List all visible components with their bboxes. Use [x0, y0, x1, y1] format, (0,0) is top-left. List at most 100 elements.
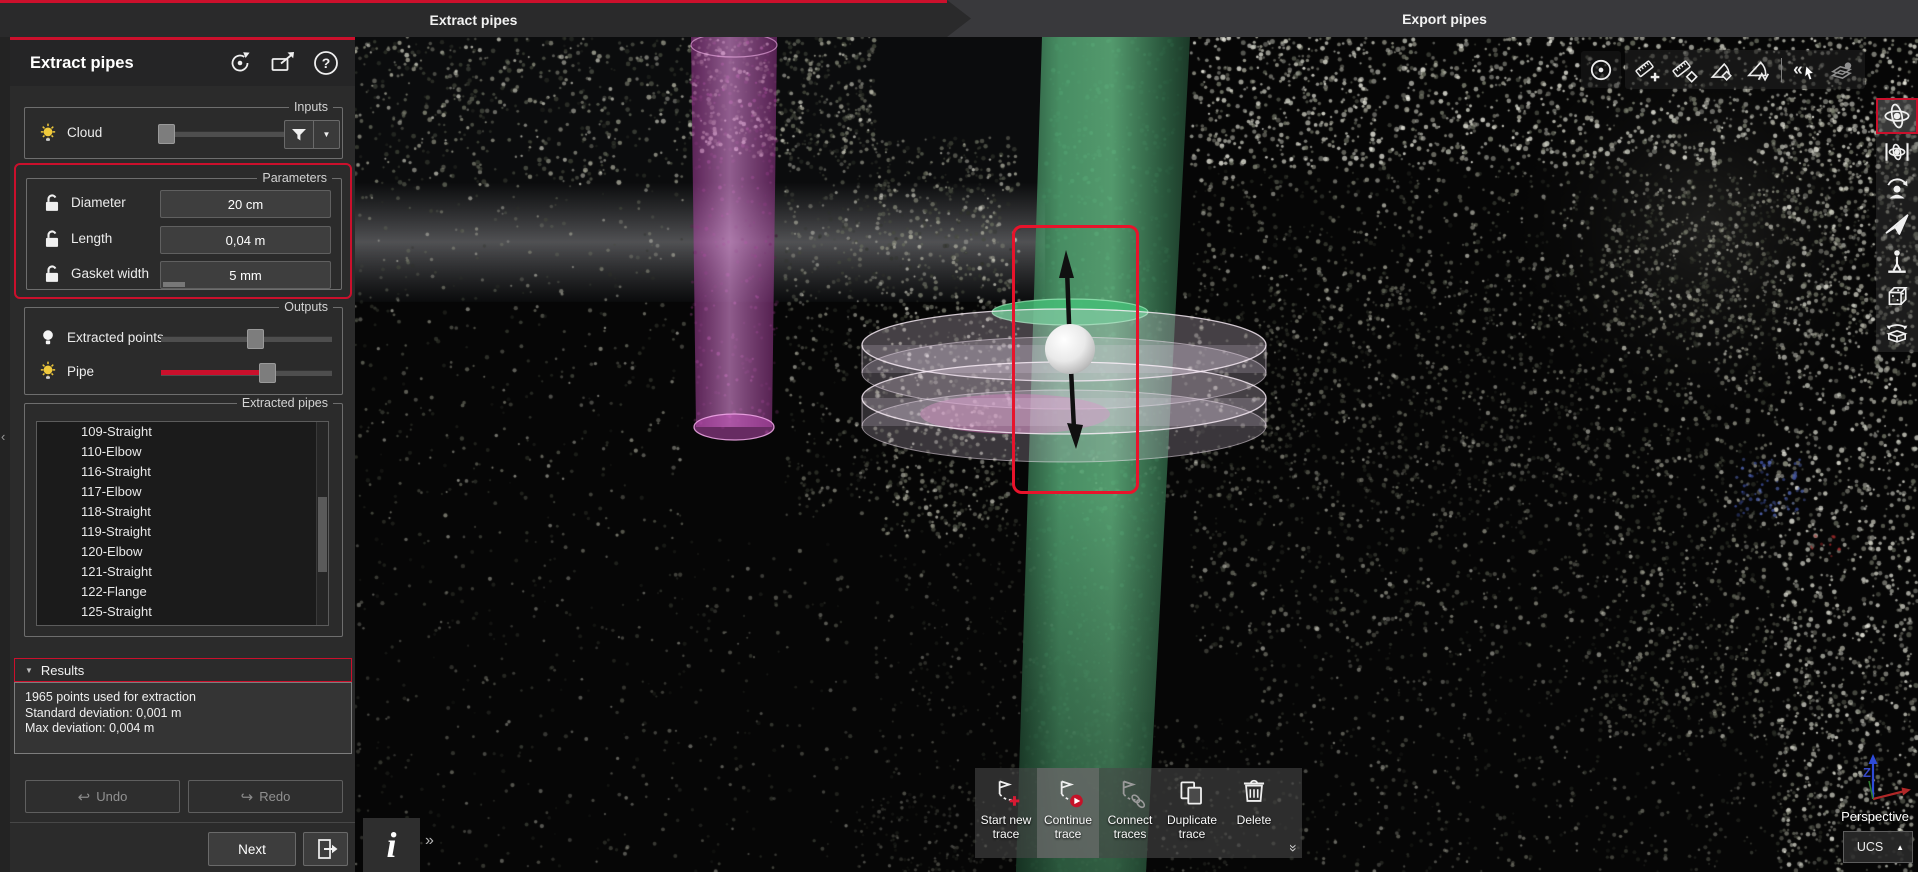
pipe-slider-handle[interactable] — [259, 363, 277, 383]
gasket-width-field[interactable]: 5 mm — [160, 261, 331, 289]
info-button[interactable]: i — [363, 818, 420, 872]
tab-export-pipes-label: Export pipes — [1402, 10, 1487, 27]
diameter-label: Diameter — [71, 195, 126, 210]
cloud-visibility-bulb-on-icon[interactable] — [37, 122, 59, 144]
outputs-legend: Outputs — [279, 299, 333, 315]
undo-label: Undo — [96, 789, 128, 804]
tab-extract-pipes[interactable]: Extract pipes — [0, 0, 947, 37]
continue-trace-icon — [1060, 780, 1083, 808]
application-window: Extract pipes Export pipes ‹ Extract pip… — [0, 0, 1918, 872]
redo-arrow-icon: ↪ — [240, 788, 254, 806]
inputs-legend: Inputs — [288, 99, 333, 115]
connect-traces-button[interactable]: Connect traces — [1099, 768, 1161, 858]
ucs-selector[interactable]: UCS ▲ — [1843, 831, 1913, 863]
fly-mode-icon — [1885, 214, 1909, 235]
start-new-trace-button[interactable]: Start new trace — [975, 768, 1037, 858]
undo-button[interactable]: ↩ Undo — [25, 780, 180, 813]
redo-button[interactable]: ↪ Redo — [188, 780, 343, 813]
duplicate-trace-button[interactable]: Duplicate trace — [1161, 768, 1223, 858]
help-icon[interactable]: ? — [311, 48, 341, 78]
nav-fly-button[interactable] — [1876, 206, 1918, 242]
list-item[interactable]: 110-Elbow — [37, 442, 328, 462]
nav-examine-button[interactable] — [1876, 170, 1918, 206]
nav-turntable-button[interactable] — [1876, 314, 1918, 350]
extracted-points-slider-handle[interactable] — [247, 329, 265, 349]
next-button[interactable]: Next — [208, 832, 296, 866]
extracted-points-slider[interactable] — [161, 324, 332, 352]
pipe-slider[interactable] — [161, 358, 332, 386]
add-measurement-icon[interactable] — [1635, 57, 1661, 83]
info-label: i — [386, 825, 397, 865]
unlock-icon[interactable] — [41, 192, 63, 214]
extracted-points-bulb-off-icon[interactable] — [37, 326, 59, 348]
reset-icon[interactable] — [225, 48, 255, 78]
tab-export-pipes[interactable]: Export pipes — [971, 0, 1918, 37]
panel-collapse-strip[interactable]: ‹ — [0, 37, 10, 872]
info-expand-chevron[interactable]: » — [425, 832, 434, 850]
layers-selection-icon[interactable] — [1829, 57, 1855, 83]
list-scrollbar[interactable] — [316, 422, 328, 625]
list-item[interactable]: 121-Straight — [37, 562, 328, 582]
nav-viewcube-button[interactable] — [1876, 278, 1918, 314]
nav-walk-button[interactable] — [1876, 242, 1918, 278]
point-measure-tool[interactable] — [1581, 51, 1621, 88]
measure-volume-icon[interactable] — [1672, 57, 1698, 83]
navigation-toolbar — [1876, 98, 1918, 352]
list-item[interactable]: 109-Straight — [37, 422, 328, 442]
unlock-icon[interactable] — [41, 263, 63, 285]
measure-toolbar: « — [1625, 50, 1865, 89]
list-item[interactable]: 117-Elbow — [37, 482, 328, 502]
list-item[interactable]: 119-Straight — [37, 522, 328, 542]
footer-divider — [10, 822, 355, 823]
help-glyph: ? — [322, 55, 331, 71]
constrained-orbit-icon — [1885, 143, 1909, 161]
results-line: Max deviation: 0,004 m — [25, 721, 155, 735]
3d-viewport[interactable]: « Start new trace Continue trace Connect… — [355, 37, 1918, 872]
parameters-legend: Parameters — [257, 170, 332, 186]
panel-title: Extract pipes — [30, 53, 134, 72]
results-header[interactable]: ▼ Results — [14, 658, 352, 682]
toolbar-divider — [1780, 57, 1782, 82]
pipe-bulb-on-icon[interactable] — [37, 360, 59, 382]
duplicate-trace-icon — [1180, 781, 1202, 805]
continue-trace-button[interactable]: Continue trace — [1037, 768, 1099, 858]
cloud-slider-handle[interactable] — [158, 124, 176, 144]
nav-orbit-button[interactable] — [1876, 98, 1918, 134]
delete-trace-button[interactable]: Delete — [1223, 768, 1285, 858]
list-item[interactable]: 125-Straight — [37, 602, 328, 622]
trace-button-label: Duplicate trace — [1166, 813, 1218, 841]
projection-label: Perspective — [1841, 809, 1909, 824]
cloud-filter-dropdown[interactable]: ▼ — [314, 120, 340, 149]
chevron-down-icon: ▼ — [25, 665, 33, 675]
extracted-pipes-list[interactable]: 109-Straight 110-Elbow 116-Straight 117-… — [36, 421, 329, 626]
nav-constrained-orbit-button[interactable] — [1876, 134, 1918, 170]
delete-icon — [1243, 779, 1265, 802]
toolbar-overflow-chevron[interactable]: » — [1286, 844, 1302, 852]
trace-button-label: Continue trace — [1043, 813, 1093, 841]
examine-view-icon — [1887, 178, 1908, 199]
panel-collapse-icon[interactable]: ‹ — [1, 429, 5, 444]
tab-arrow-divider — [947, 0, 971, 37]
cloud-filter-button[interactable] — [284, 120, 314, 149]
parameters-highlight-outline: Parameters Diameter 20 cm Length 0,04 m … — [14, 163, 352, 299]
length-field[interactable]: 0,04 m — [160, 226, 331, 254]
pipe-label: Pipe — [67, 364, 95, 379]
cloud-slider[interactable] — [158, 119, 287, 147]
extracted-points-label: Extracted points — [67, 330, 164, 345]
list-item[interactable]: 118-Straight — [37, 502, 328, 522]
angle-deviation-icon[interactable] — [1745, 57, 1771, 83]
extracted-pipes-legend: Extracted pipes — [236, 395, 333, 411]
select-previous-icon[interactable]: « — [1792, 57, 1818, 83]
export-window-icon[interactable] — [268, 48, 298, 78]
diameter-field[interactable]: 20 cm — [160, 190, 331, 218]
list-item[interactable]: 120-Elbow — [37, 542, 328, 562]
list-scrollbar-thumb[interactable] — [318, 497, 327, 573]
start-new-trace-icon — [998, 780, 1020, 806]
angle-measure-icon[interactable] — [1708, 57, 1734, 83]
next-label: Next — [238, 841, 266, 857]
list-item[interactable]: 122-Flange — [37, 582, 328, 602]
next-and-export-button[interactable] — [303, 832, 348, 866]
list-item[interactable]: 116-Straight — [37, 462, 328, 482]
gasket-width-label: Gasket width — [71, 266, 150, 281]
unlock-icon[interactable] — [41, 228, 63, 250]
